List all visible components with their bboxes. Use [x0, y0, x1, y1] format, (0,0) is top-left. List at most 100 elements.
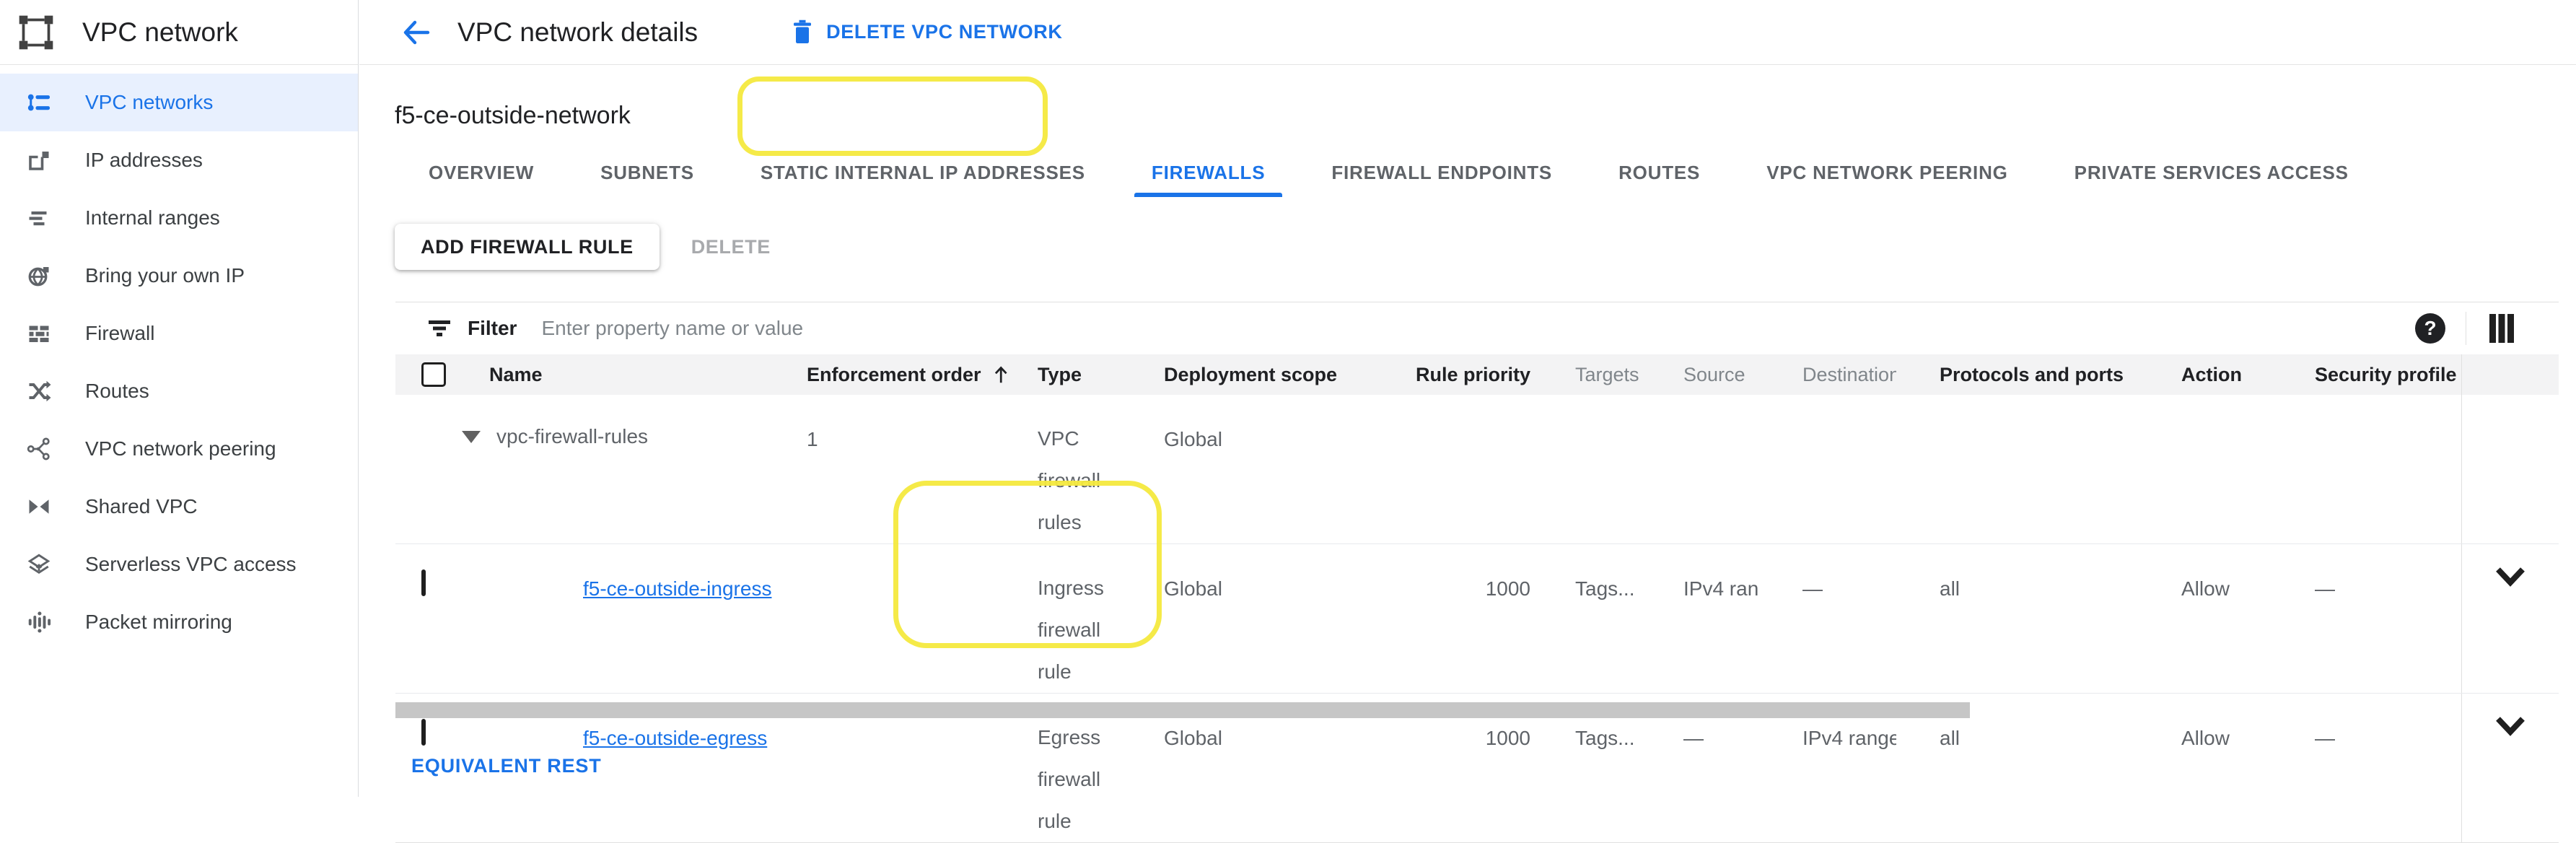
globe-icon: [26, 263, 52, 289]
row-checkbox[interactable]: [421, 569, 426, 596]
filter-icon: [427, 318, 452, 339]
horizontal-scrollbar-thumb[interactable]: [395, 702, 1970, 718]
column-display-options-button[interactable]: [2485, 312, 2518, 345]
column-header-destination[interactable]: Destination: [1759, 364, 1896, 386]
sidebar-item-bring-your-own-ip[interactable]: Bring your own IP: [0, 247, 358, 305]
sidebar-item-shared-vpc[interactable]: Shared VPC: [0, 478, 358, 536]
sidebar-item-label: Packet mirroring: [85, 611, 232, 634]
cell-security-profile-group: [2271, 395, 2461, 543]
cell-type: VPC firewall rules: [1009, 395, 1135, 543]
crossing-arrows-icon: [26, 378, 52, 404]
sort-ascending-icon: [993, 364, 1009, 385]
cell-destination: —: [1759, 544, 1896, 693]
tab-routes[interactable]: ROUTES: [1601, 152, 1717, 193]
filter-input[interactable]: [541, 317, 2414, 340]
sidebar-item-label: Bring your own IP: [85, 264, 245, 287]
column-header-expand: [2461, 354, 2559, 395]
select-all-checkbox[interactable]: [421, 362, 446, 387]
expand-row-chevron-icon[interactable]: [2494, 715, 2527, 737]
sidebar-item-vpc-networks[interactable]: VPC networks: [0, 74, 358, 131]
expand-row-chevron-icon[interactable]: [2494, 566, 2527, 588]
sidebar-nav: VPC networks IP addresses Internal range…: [0, 65, 358, 651]
cell-security-profile-group: —: [2271, 694, 2461, 842]
sidebar-item-label: VPC networks: [85, 91, 213, 114]
cell-destination: [1759, 395, 1896, 543]
filter-label: Filter: [468, 317, 517, 340]
tab-private-services-access[interactable]: PRIVATE SERVICES ACCESS: [2057, 152, 2366, 193]
sidebar-item-firewall[interactable]: Firewall: [0, 305, 358, 362]
cell-targets: Tags...: [1532, 544, 1640, 693]
internal-ranges-icon: [26, 205, 52, 231]
cell-deployment-scope: Global: [1135, 544, 1366, 693]
equivalent-rest-link[interactable]: EQUIVALENT REST: [411, 755, 602, 777]
page-title: VPC network details: [457, 17, 698, 48]
cell-enforcement-order: [778, 544, 1009, 693]
column-header-action[interactable]: Action: [2138, 364, 2271, 386]
main-content: VPC network details DELETE VPC NETWORK f…: [359, 0, 2576, 797]
equalizer-bars-icon: [26, 609, 52, 635]
column-header-type[interactable]: Type: [1009, 364, 1135, 386]
column-header-source[interactable]: Source: [1640, 364, 1759, 386]
app-title: VPC network: [82, 17, 238, 48]
columns-icon: [2486, 313, 2518, 344]
sidebar: VPC network VPC networks IP addresse: [0, 0, 359, 797]
question-circle-icon: ?: [2414, 312, 2447, 345]
tab-static-internal-ip-addresses[interactable]: STATIC INTERNAL IP ADDRESSES: [743, 152, 1103, 193]
collapse-group-icon[interactable]: [462, 431, 481, 443]
annotation-highlight-network-name: [737, 77, 1048, 156]
firewall-rule-link-egress[interactable]: f5-ce-outside-egress: [583, 727, 767, 749]
cell-security-profile-group: —: [2271, 544, 2461, 693]
tab-vpc-network-peering[interactable]: VPC NETWORK PEERING: [1749, 152, 2025, 193]
toolbar: ADD FIREWALL RULE DELETE: [395, 224, 771, 270]
sidebar-item-internal-ranges[interactable]: Internal ranges: [0, 189, 358, 247]
column-header-targets[interactable]: Targets: [1532, 364, 1640, 386]
column-header-protocols-and-ports[interactable]: Protocols and ports: [1896, 364, 2138, 386]
sidebar-item-routes[interactable]: Routes: [0, 362, 358, 420]
cell-source: IPv4 range: [1640, 544, 1759, 693]
cell-action: [2138, 395, 2271, 543]
firewall-rule-link-ingress[interactable]: f5-ce-outside-ingress: [583, 577, 771, 600]
add-firewall-rule-button[interactable]: ADD FIREWALL RULE: [395, 224, 660, 270]
cell-rule-priority: [1366, 395, 1532, 543]
layers-arrow-icon: [26, 551, 52, 577]
sidebar-item-ip-addresses[interactable]: IP addresses: [0, 131, 358, 189]
cell-source: [1640, 395, 1759, 543]
column-header-rule-priority[interactable]: Rule priority: [1366, 364, 1532, 386]
cell-deployment-scope: Global: [1135, 395, 1366, 543]
tab-overview[interactable]: OVERVIEW: [411, 152, 551, 193]
sidebar-header: VPC network: [0, 0, 358, 65]
page-header: VPC network details DELETE VPC NETWORK: [359, 0, 2576, 65]
ip-addresses-icon: [26, 147, 52, 173]
cell-rule-priority: 1000: [1366, 544, 1532, 693]
tab-firewalls[interactable]: FIREWALLS: [1134, 152, 1282, 193]
delete-vpc-network-button[interactable]: DELETE VPC NETWORK: [792, 19, 1062, 45]
cell-enforcement-order: 1: [778, 395, 1009, 543]
row-checkbox[interactable]: [421, 719, 426, 746]
table-row-f5-ce-outside-ingress: f5-ce-outside-ingress Ingress firewall r…: [395, 543, 2559, 693]
tab-firewall-endpoints[interactable]: FIREWALL ENDPOINTS: [1314, 152, 1569, 193]
column-header-security-profile-group[interactable]: Security profile group: [2271, 364, 2461, 386]
column-header-enforcement-order[interactable]: Enforcement order: [778, 364, 1009, 386]
back-button[interactable]: [395, 12, 436, 53]
sidebar-item-serverless-vpc-access[interactable]: Serverless VPC access: [0, 536, 358, 593]
sidebar-item-packet-mirroring[interactable]: Packet mirroring: [0, 593, 358, 651]
network-name: f5-ce-outside-network: [395, 92, 631, 139]
help-button[interactable]: ?: [2414, 312, 2447, 345]
table-header-row: Name Enforcement order Type Deployment s…: [395, 354, 2559, 395]
table-row-vpc-firewall-rules: vpc-firewall-rules 1 VPC firewall rules …: [395, 395, 2559, 543]
trash-icon: [792, 19, 813, 45]
tab-subnets[interactable]: SUBNETS: [583, 152, 711, 193]
sidebar-item-label: Firewall: [85, 322, 154, 345]
sidebar-item-vpc-network-peering[interactable]: VPC network peering: [0, 420, 358, 478]
table-body: vpc-firewall-rules 1 VPC firewall rules …: [395, 395, 2559, 842]
peering-nodes-icon: [26, 436, 52, 462]
delete-rule-button[interactable]: DELETE: [691, 236, 771, 258]
sidebar-item-label: IP addresses: [85, 149, 203, 172]
column-header-name[interactable]: Name: [460, 364, 778, 386]
cell-targets: [1532, 395, 1640, 543]
brick-wall-icon: [26, 320, 52, 346]
sidebar-item-label: Shared VPC: [85, 495, 198, 518]
column-header-deployment-scope[interactable]: Deployment scope: [1135, 364, 1366, 386]
filter-bar: Filter ?: [395, 302, 2559, 354]
tab-bar: OVERVIEW SUBNETS STATIC INTERNAL IP ADDR…: [359, 152, 2366, 193]
